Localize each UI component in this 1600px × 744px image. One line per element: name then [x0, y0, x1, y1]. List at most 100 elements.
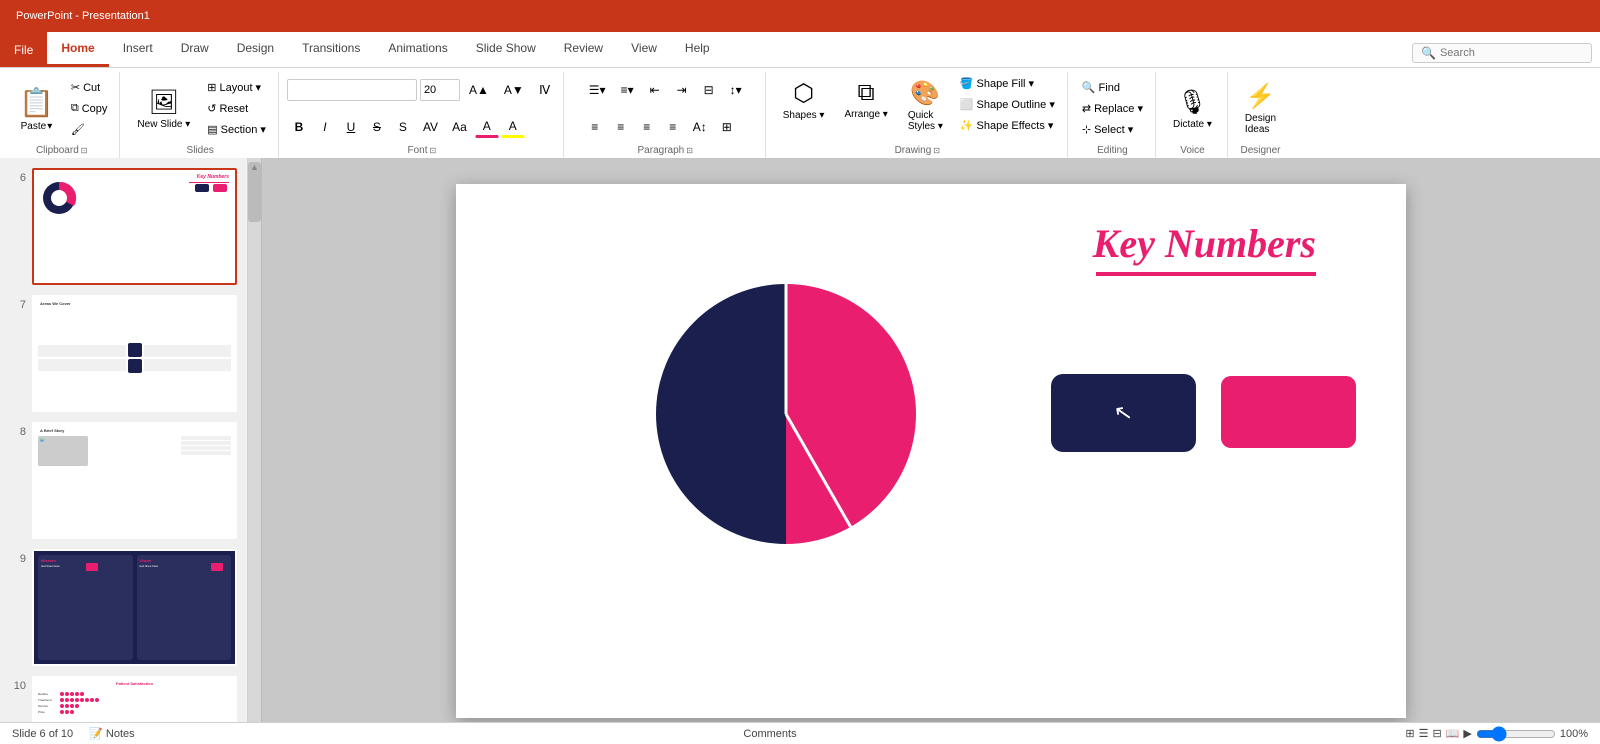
- tab-draw[interactable]: Draw: [167, 32, 223, 67]
- paragraph-expand-icon[interactable]: ⊡: [686, 146, 693, 155]
- slide-thumb-6[interactable]: 6 Key Numbers: [8, 166, 239, 287]
- select-button[interactable]: ⊹ Select ▾: [1076, 120, 1149, 139]
- tab-slideshow[interactable]: Slide Show: [462, 32, 550, 67]
- format-painter-button[interactable]: 🖌: [65, 120, 114, 139]
- justify-button[interactable]: ≡: [661, 117, 685, 137]
- slide-panel: 6 Key Numbers: [0, 158, 248, 744]
- align-center-button[interactable]: ≡: [609, 117, 633, 137]
- increase-font-size-button[interactable]: A▲: [463, 80, 495, 100]
- shape-fill-button[interactable]: 🪣 Shape Fill ▾: [954, 74, 1061, 93]
- columns-button[interactable]: ⊟: [697, 80, 721, 100]
- cut-button[interactable]: ✂Cut: [65, 78, 114, 97]
- text-direction-button[interactable]: A↕: [687, 117, 713, 137]
- tab-insert[interactable]: Insert: [109, 32, 167, 67]
- shadow-button[interactable]: S: [391, 117, 415, 137]
- design-ideas-button[interactable]: ⚡ DesignIdeas: [1236, 77, 1285, 140]
- shape-dark-blue[interactable]: ↖: [1051, 374, 1196, 452]
- shape-fill-icon: 🪣: [960, 77, 974, 90]
- decrease-indent-button[interactable]: ⇤: [643, 80, 667, 100]
- replace-icon: ⇄: [1082, 102, 1091, 115]
- reset-button[interactable]: ↺ Reset: [201, 99, 272, 118]
- layout-icon: ⊞: [207, 81, 216, 94]
- zoom-level: 100%: [1560, 728, 1588, 740]
- tab-file[interactable]: File: [0, 32, 47, 67]
- quick-styles-button[interactable]: 🎨 QuickStyles ▾: [899, 74, 952, 137]
- tab-view[interactable]: View: [617, 32, 671, 67]
- copy-button[interactable]: ⧉Copy: [65, 99, 114, 118]
- numbering-button[interactable]: ≡▾: [615, 80, 640, 100]
- tab-review[interactable]: Review: [550, 32, 617, 67]
- dictate-button[interactable]: 🎙 Dictate ▾: [1164, 83, 1221, 135]
- slide-thumbnail-8[interactable]: A Brief Story 🌍: [32, 422, 237, 539]
- tab-design[interactable]: Design: [223, 32, 288, 67]
- notes-button[interactable]: 📝 Notes: [89, 727, 135, 740]
- slides-group: 🖼 New Slide ▾ ⊞ Layout ▾ ↺ Reset ▤ Secti…: [122, 72, 279, 158]
- search-input[interactable]: [1440, 47, 1583, 59]
- tab-transitions[interactable]: Transitions: [288, 32, 374, 67]
- slide-canvas[interactable]: Key Numbers ↖: [456, 184, 1406, 718]
- app-title: PowerPoint - Presentation1: [16, 10, 150, 22]
- shape-pink[interactable]: [1221, 376, 1356, 448]
- bold-button[interactable]: B: [287, 117, 311, 137]
- view-outline-icon[interactable]: ☰: [1419, 727, 1429, 740]
- arrange-button[interactable]: ⧉ Arrange ▾: [835, 74, 896, 125]
- section-button[interactable]: ▤ Section ▾: [201, 120, 272, 139]
- slide-thumb-8[interactable]: 8 A Brief Story 🌍: [8, 420, 239, 541]
- find-button[interactable]: 🔍 Find: [1076, 78, 1149, 97]
- view-reading-icon[interactable]: 📖: [1446, 727, 1460, 740]
- new-slide-button[interactable]: 🖼 New Slide ▾: [128, 83, 199, 135]
- line-spacing-button[interactable]: ↕▾: [724, 80, 748, 100]
- layout-button[interactable]: ⊞ Layout ▾: [201, 78, 272, 97]
- scroll-up-button[interactable]: ▲: [248, 162, 261, 172]
- decrease-font-size-button[interactable]: A▼: [498, 80, 530, 100]
- smart-art-button[interactable]: ⊞: [715, 117, 739, 137]
- view-slide-sorter-icon[interactable]: ⊟: [1432, 727, 1441, 740]
- font-name-input[interactable]: [287, 79, 417, 101]
- find-icon: 🔍: [1082, 81, 1096, 94]
- italic-button[interactable]: I: [313, 117, 337, 137]
- align-left-button[interactable]: ≡: [583, 117, 607, 137]
- slide-thumb-7[interactable]: 7 Areas We Cover: [8, 293, 239, 414]
- highlight-color-button[interactable]: A: [501, 116, 525, 138]
- font-group: A▲ A▼ Ⅳ B I U S S AV Aa A A Font: [281, 72, 564, 158]
- tab-animations[interactable]: Animations: [374, 32, 461, 67]
- view-normal-icon[interactable]: ⊞: [1405, 727, 1414, 740]
- slide-thumb-9[interactable]: 9 Mission text lines here Vi: [8, 547, 239, 668]
- zoom-slider[interactable]: [1476, 726, 1556, 742]
- strikethrough-button[interactable]: S: [365, 117, 389, 137]
- comments-count[interactable]: Comments: [743, 728, 796, 740]
- slide-thumbnail-9[interactable]: Mission text lines here Vision text line…: [32, 549, 237, 666]
- voice-group: 🎙 Dictate ▾ Voice: [1158, 72, 1228, 158]
- cut-icon: ✂: [71, 81, 80, 94]
- char-spacing-button[interactable]: AV: [417, 117, 444, 137]
- align-right-button[interactable]: ≡: [635, 117, 659, 137]
- underline-button[interactable]: U: [339, 117, 363, 137]
- shapes-button[interactable]: ⬡ Shapes ▾: [774, 74, 834, 126]
- clipboard-expand-icon[interactable]: ⊡: [81, 146, 88, 155]
- bullets-button[interactable]: ☰▾: [583, 80, 612, 100]
- font-expand-icon[interactable]: ⊡: [429, 146, 436, 155]
- font-color-button[interactable]: A: [475, 116, 499, 138]
- quick-styles-icon: 🎨: [910, 79, 940, 108]
- reset-icon: ↺: [207, 102, 216, 115]
- shape-effects-button[interactable]: ✨ Shape Effects ▾: [954, 116, 1061, 135]
- slide-thumbnail-6[interactable]: Key Numbers: [32, 168, 237, 285]
- shape-effects-icon: ✨: [960, 119, 974, 132]
- shape-outline-icon: ⬜: [960, 98, 974, 111]
- increase-indent-button[interactable]: ⇥: [670, 80, 694, 100]
- change-case-button[interactable]: Aa: [446, 117, 473, 137]
- shape-outline-button[interactable]: ⬜ Shape Outline ▾: [954, 95, 1061, 114]
- section-icon: ▤: [207, 123, 217, 136]
- replace-button[interactable]: ⇄ Replace ▾: [1076, 99, 1149, 118]
- view-slideshow-icon[interactable]: ▶: [1463, 727, 1471, 740]
- paste-button[interactable]: 📋 Paste ▾: [10, 81, 63, 137]
- drawing-group: ⬡ Shapes ▾ ⧉ Arrange ▾ 🎨 QuickStyles ▾ 🪣…: [768, 72, 1068, 158]
- slide-thumbnail-7[interactable]: Areas We Cover: [32, 295, 237, 412]
- tab-home[interactable]: Home: [47, 32, 108, 67]
- pie-chart: [646, 274, 926, 554]
- cursor-icon: ↖: [1112, 399, 1135, 428]
- tab-help[interactable]: Help: [671, 32, 724, 67]
- clear-format-button[interactable]: Ⅳ: [533, 80, 557, 100]
- drawing-expand-icon[interactable]: ⊡: [933, 146, 940, 155]
- font-size-input[interactable]: [420, 79, 460, 101]
